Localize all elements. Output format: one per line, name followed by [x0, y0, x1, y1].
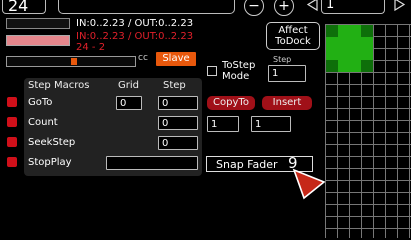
stopplay-label: StopPlay: [28, 157, 72, 168]
snap-fader-label: Snap Fader: [216, 158, 278, 171]
minus-icon: −: [248, 0, 260, 14]
level-meter-2: [6, 35, 70, 46]
minus-button[interactable]: −: [244, 0, 264, 16]
affect-label: Affect: [278, 25, 308, 36]
goto-label: GoTo: [28, 97, 53, 108]
seekstep-step-field[interactable]: 0: [158, 136, 198, 150]
todock-label: ToDock: [275, 36, 311, 47]
tostep-mode-checkbox[interactable]: [207, 66, 217, 76]
goto-step-field[interactable]: 0: [158, 96, 198, 110]
in-out-text-1: IN:0..2.23 / OUT:0..2.23: [76, 18, 194, 29]
cc-slider-handle[interactable]: [71, 58, 77, 65]
range-text: 24 - 2: [76, 42, 106, 53]
prev-arrow-button[interactable]: [306, 0, 320, 12]
arrow-right-icon: [394, 0, 406, 12]
copyto-label: CopyTo: [213, 97, 249, 108]
cc-slider-track[interactable]: [6, 56, 136, 67]
step-field-top[interactable]: 1: [321, 0, 385, 14]
level-meter-1: [6, 18, 70, 29]
step-label-right: Step: [273, 55, 292, 64]
insert-label: Insert: [272, 97, 302, 108]
step-grid[interactable]: [325, 24, 411, 238]
stopplay-text-field[interactable]: [106, 156, 198, 170]
goto-step-value: 0: [162, 98, 169, 109]
tostep-mode-label: ToStep Mode: [222, 60, 255, 82]
count-label: Count: [28, 117, 58, 128]
tostep-label-line1: ToStep: [222, 60, 256, 71]
copyto-field[interactable]: 1: [207, 116, 239, 132]
plus-icon: +: [278, 0, 290, 14]
insert-button[interactable]: Insert: [262, 96, 312, 110]
tostep-label-line2: Mode: [222, 71, 250, 82]
stopplay-trigger-button[interactable]: [7, 157, 17, 167]
insert-field-value: 1: [255, 119, 262, 130]
step-field-right-value: 1: [272, 68, 279, 79]
macros-step-header: Step: [163, 80, 186, 91]
plus-button[interactable]: +: [274, 0, 294, 16]
cc-label: cc: [138, 53, 148, 63]
seekstep-label: SeekStep: [28, 137, 76, 148]
slave-label: Slave: [162, 53, 190, 64]
macros-grid-header: Grid: [118, 80, 139, 91]
snap-arrow-icon: [292, 168, 326, 200]
copyto-field-value: 1: [211, 119, 218, 130]
count-trigger-button[interactable]: [7, 117, 17, 127]
seekstep-step-value: 0: [162, 138, 169, 149]
tempo-field[interactable]: 24: [2, 0, 46, 15]
count-step-field[interactable]: 0: [158, 116, 198, 130]
macros-title: Step Macros: [28, 80, 90, 91]
goto-trigger-button[interactable]: [7, 97, 17, 107]
slave-button[interactable]: Slave: [156, 52, 196, 66]
grid-active-cell-2: [326, 37, 373, 60]
goto-grid-field[interactable]: 0: [116, 96, 142, 110]
top-display-field[interactable]: [58, 0, 235, 14]
in-out-text-2: IN:0..2.23 / OUT:0..2.23: [76, 31, 194, 42]
tempo-value: 24: [8, 0, 29, 15]
insert-field[interactable]: 1: [251, 116, 291, 132]
seekstep-trigger-button[interactable]: [7, 137, 17, 147]
next-arrow-button[interactable]: [392, 0, 406, 12]
step-field-right[interactable]: 1: [268, 65, 306, 82]
goto-grid-value: 0: [120, 98, 127, 109]
copyto-button[interactable]: CopyTo: [207, 96, 255, 110]
count-step-value: 0: [162, 118, 169, 129]
arrow-left-icon: [306, 0, 318, 12]
snap-fader-arrow[interactable]: [292, 168, 328, 202]
step-value-top: 1: [326, 0, 335, 12]
affect-todock-button[interactable]: Affect ToDock: [266, 22, 320, 50]
